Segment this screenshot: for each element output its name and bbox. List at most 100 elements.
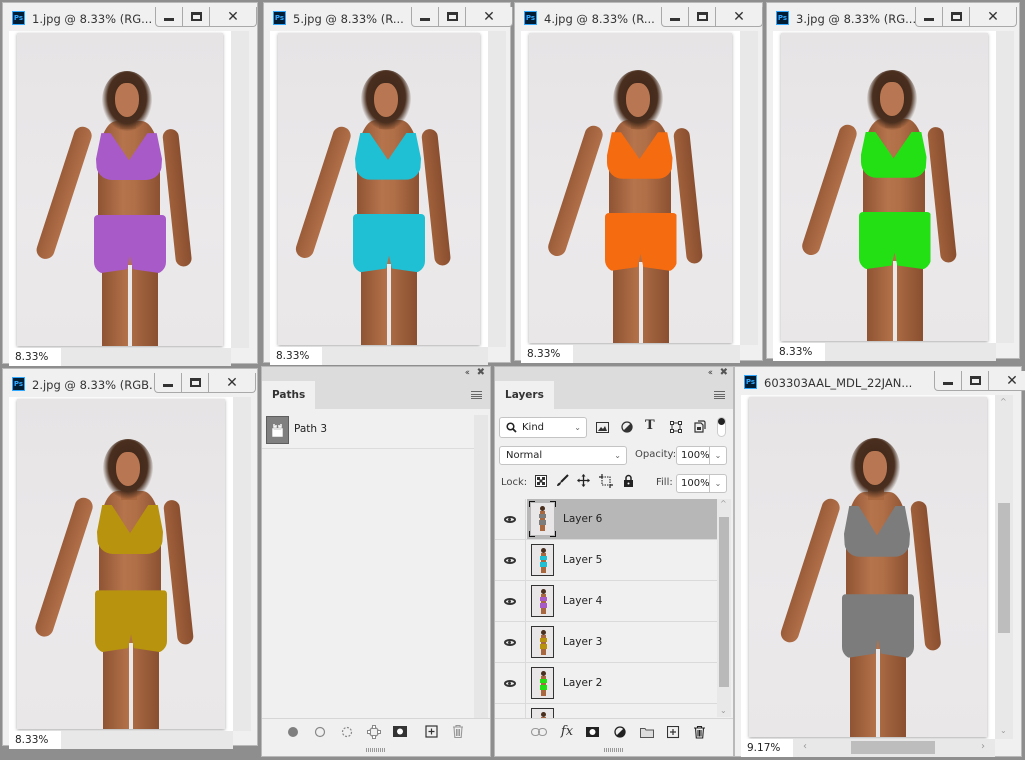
lock-image-pixels-icon[interactable]: [556, 474, 569, 487]
lock-position-icon[interactable]: [577, 474, 590, 487]
pixel-layer-filter-icon[interactable]: [596, 422, 609, 433]
document-window-doc3[interactable]: Ps 3.jpg @ 8.33% (RG... ✕ 8.33%: [766, 2, 1020, 361]
adjustment-layer-filter-icon[interactable]: [621, 421, 633, 433]
document-title-bar[interactable]: Ps 2.jpg @ 8.33% (RGB... ✕: [3, 369, 257, 397]
new-layer-icon[interactable]: [667, 726, 683, 739]
lock-transparent-pixels-icon[interactable]: [535, 475, 547, 487]
new-path-icon[interactable]: [425, 725, 441, 739]
layers-scrollbar[interactable]: ^ ⌄: [717, 499, 731, 717]
layer-row[interactable]: Layer 4: [495, 581, 719, 622]
visibility-toggle[interactable]: [495, 663, 526, 703]
vertical-scrollbar[interactable]: ^ ⌄: [995, 395, 1013, 739]
minimize-button[interactable]: [155, 373, 182, 392]
horizontal-scroll-thumb[interactable]: [851, 741, 935, 754]
scroll-left-icon[interactable]: ‹: [803, 741, 807, 752]
zoom-level-field[interactable]: 8.33%: [9, 731, 61, 749]
layer-row[interactable]: Layer 6: [495, 499, 719, 540]
maximize-button[interactable]: [183, 7, 210, 26]
close-button[interactable]: ✕: [989, 371, 1025, 390]
vertical-scrollbar[interactable]: [231, 31, 249, 348]
close-panel-icon[interactable]: ✖: [720, 367, 728, 378]
visibility-toggle[interactable]: [495, 499, 526, 539]
document-canvas[interactable]: [741, 395, 995, 739]
close-panel-icon[interactable]: ✖: [477, 367, 485, 378]
new-adjustment-layer-icon[interactable]: [614, 726, 630, 739]
tab-layers[interactable]: Layers: [495, 381, 554, 409]
layer-body[interactable]: Layer 5: [527, 540, 719, 580]
maximize-button[interactable]: [689, 7, 716, 26]
link-layers-icon[interactable]: [531, 727, 547, 737]
close-button[interactable]: ✕: [716, 7, 762, 26]
vertical-scrollbar[interactable]: [740, 31, 758, 345]
scroll-down-icon[interactable]: ⌄: [720, 706, 727, 715]
vertical-scrollbar[interactable]: [488, 31, 506, 347]
minimize-button[interactable]: [156, 7, 183, 26]
paths-scrollbar[interactable]: [474, 415, 488, 720]
opacity-field[interactable]: 100% ⌄: [676, 446, 727, 465]
delete-path-icon[interactable]: [451, 724, 467, 739]
document-canvas[interactable]: [521, 31, 740, 345]
layer-row[interactable]: Layer 3: [495, 622, 719, 663]
document-window-doc4[interactable]: Ps 4.jpg @ 8.33% (R... ✕ 8.33%: [514, 2, 763, 363]
blend-mode-select[interactable]: Normal ⌄: [499, 446, 627, 465]
filter-kind-select[interactable]: Kind ⌄: [499, 417, 587, 438]
document-canvas[interactable]: [9, 31, 231, 348]
zoom-level-field[interactable]: 8.33%: [270, 347, 322, 365]
minimize-button[interactable]: [662, 7, 689, 26]
panel-menu-icon[interactable]: [714, 391, 725, 399]
lock-artboard-icon[interactable]: [599, 474, 613, 488]
visibility-toggle[interactable]: [495, 540, 526, 580]
lock-all-icon[interactable]: [623, 474, 634, 487]
maximize-button[interactable]: [962, 371, 989, 390]
delete-layer-icon[interactable]: [693, 725, 709, 739]
load-path-as-selection-icon[interactable]: [340, 725, 356, 739]
vertical-scrollbar[interactable]: [233, 397, 251, 731]
type-layer-filter-icon[interactable]: T: [645, 418, 655, 433]
visibility-toggle[interactable]: [495, 581, 526, 621]
tab-paths[interactable]: Paths: [262, 381, 316, 409]
maximize-button[interactable]: [943, 7, 970, 26]
zoom-level-field[interactable]: 8.33%: [521, 345, 573, 363]
document-window-doc5[interactable]: Ps 5.jpg @ 8.33% (R... ✕ 8.33%: [263, 2, 513, 365]
zoom-level-field[interactable]: 8.33%: [773, 343, 825, 361]
panel-menu-icon[interactable]: [471, 391, 482, 399]
stroke-path-icon[interactable]: [313, 725, 329, 739]
close-button[interactable]: ✕: [466, 7, 512, 26]
close-button[interactable]: ✕: [209, 373, 255, 392]
document-title-bar[interactable]: Ps 1.jpg @ 8.33% (RG... ✕: [3, 3, 257, 31]
maximize-button[interactable]: [182, 373, 209, 392]
scroll-down-icon[interactable]: ⌄: [1000, 726, 1007, 735]
layers-scroll-thumb[interactable]: [719, 517, 729, 687]
close-button[interactable]: ✕: [970, 7, 1016, 26]
collapse-panel-icon[interactable]: ‹‹: [708, 368, 713, 378]
zoom-level-field[interactable]: 8.33%: [9, 348, 61, 366]
fill-dropdown[interactable]: ⌄: [709, 475, 726, 492]
minimize-button[interactable]: [412, 7, 439, 26]
add-mask-icon[interactable]: [393, 726, 409, 738]
vertical-scroll-thumb[interactable]: [998, 503, 1010, 633]
opacity-dropdown[interactable]: ⌄: [709, 447, 726, 464]
visibility-toggle[interactable]: [495, 622, 526, 662]
make-work-path-icon[interactable]: [367, 725, 383, 739]
minimize-button[interactable]: [935, 371, 962, 390]
fx-icon[interactable]: fx: [559, 724, 575, 739]
layer-body[interactable]: Layer 4: [527, 581, 719, 621]
panel-resize-grip[interactable]: [366, 748, 386, 752]
smart-object-filter-icon[interactable]: [694, 420, 706, 433]
document-window-doc1[interactable]: Ps 1.jpg @ 8.33% (RG... ✕ 8.33%: [2, 2, 258, 366]
new-group-icon[interactable]: [640, 727, 656, 738]
document-window-doc2[interactable]: Ps 2.jpg @ 8.33% (RGB... ✕ 8.33%: [2, 368, 258, 749]
path-item[interactable]: Path 3: [262, 411, 475, 449]
filter-toggle-switch[interactable]: [717, 417, 726, 437]
minimize-button[interactable]: [916, 7, 943, 26]
zoom-level-field[interactable]: 9.17%: [741, 739, 793, 757]
add-layer-mask-icon[interactable]: [586, 727, 602, 738]
document-title-bar[interactable]: Ps 5.jpg @ 8.33% (R... ✕: [264, 3, 513, 31]
maximize-button[interactable]: [439, 7, 466, 26]
fill-field[interactable]: 100% ⌄: [676, 474, 727, 493]
layer-row[interactable]: Layer 5: [495, 540, 719, 581]
layer-body[interactable]: Layer 3: [527, 622, 719, 662]
document-canvas[interactable]: [270, 31, 488, 347]
document-title-bar[interactable]: Ps 3.jpg @ 8.33% (RG... ✕: [767, 3, 1019, 31]
close-button[interactable]: ✕: [210, 7, 256, 26]
